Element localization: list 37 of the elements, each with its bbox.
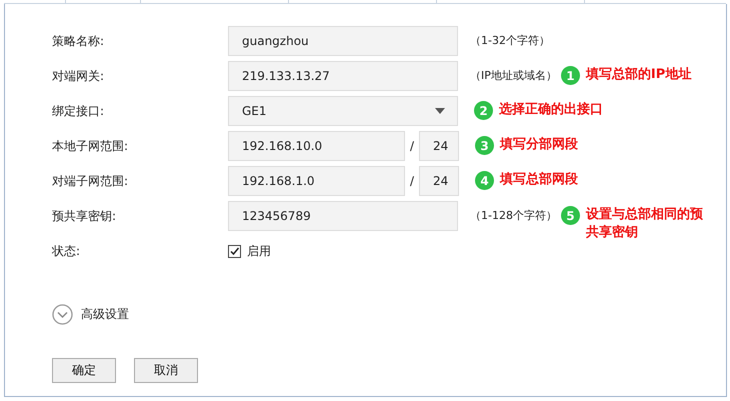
- text-field[interactable]: 123456789: [228, 201, 458, 231]
- cancel-button[interactable]: 取消: [134, 358, 198, 383]
- enable-checkbox[interactable]: 启用: [228, 236, 271, 266]
- step-number: 5: [560, 206, 580, 225]
- prefix-field[interactable]: 24: [419, 131, 459, 161]
- hint-text: （IP地址或域名）: [470, 68, 557, 84]
- hint-text: （1-128个字符）: [470, 208, 557, 224]
- text-field[interactable]: 219.133.13.27: [228, 61, 458, 91]
- annotation-text: 选择正确的出接口: [499, 101, 604, 119]
- field-label: 策略名称:: [52, 33, 106, 50]
- field-label: 状态:: [52, 243, 82, 260]
- step-number: 2: [474, 101, 493, 120]
- annotation-text: 填写总部的IP地址: [586, 66, 692, 84]
- checkbox-icon: [228, 244, 241, 258]
- prefix-field[interactable]: 24: [419, 166, 459, 196]
- field-label: 预共享密钥:: [52, 208, 118, 225]
- annotation-text: 填写总部网段: [500, 171, 579, 189]
- field-label: 对端网关:: [52, 68, 106, 85]
- slash-separator: /: [408, 173, 416, 190]
- text-field[interactable]: guangzhou: [228, 26, 458, 56]
- field-label: 绑定接口:: [52, 103, 106, 120]
- field-label: 本地子网范围:: [52, 138, 130, 155]
- interface-dropdown[interactable]: GE1: [228, 96, 458, 126]
- subnet-field[interactable]: 192.168.1.0: [228, 166, 405, 196]
- step-number: 3: [475, 136, 494, 155]
- slash-separator: /: [408, 138, 416, 155]
- chevron-circle-icon: [52, 304, 73, 325]
- annotation-text: 填写分部网段: [500, 136, 579, 154]
- annotation-text: 设置与总部相同的预共享密钥: [586, 206, 704, 242]
- advanced-settings-toggle[interactable]: 高级设置: [52, 304, 129, 325]
- field-label: 对端子网范围:: [52, 173, 130, 190]
- hint-text: （1-32个字符）: [470, 33, 550, 49]
- caret-icon: [435, 108, 445, 114]
- step-number: 4: [475, 171, 494, 190]
- confirm-button[interactable]: 确定: [52, 358, 116, 383]
- subnet-field[interactable]: 192.168.10.0: [228, 131, 405, 161]
- step-number: 1: [560, 66, 580, 85]
